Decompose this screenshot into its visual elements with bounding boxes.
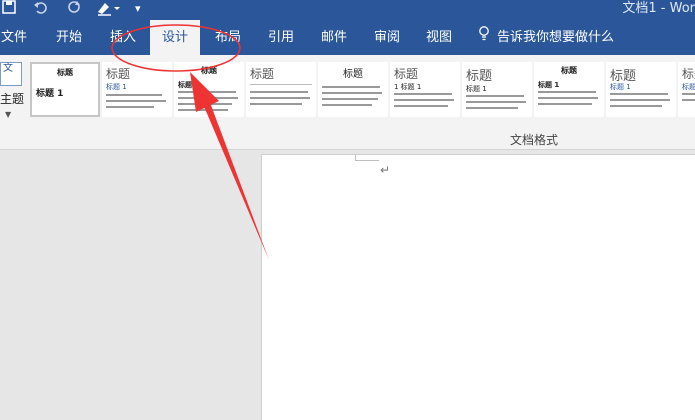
thumb-heading: 标题 1 xyxy=(538,81,560,89)
style-set-thumb[interactable]: 标题 1 标题 1 xyxy=(390,62,460,117)
thumb-text-line xyxy=(610,99,670,101)
title-bar: ▾ 文档1 - Wor xyxy=(0,0,695,20)
style-set-thumb[interactable]: 标题 标题 1 xyxy=(30,62,100,117)
thumb-heading: 1 标题 1 xyxy=(394,83,422,91)
thumb-text-line xyxy=(322,92,382,94)
chevron-down-icon: ▼ xyxy=(5,110,12,119)
style-set-thumb[interactable]: 标题 标题 1 xyxy=(606,62,676,117)
thumb-text-line xyxy=(178,103,232,105)
ribbon-design: 文 主题 ▼ 标题 标题 1 标题 标题 1 标题 标题 标题 标题 标题 1 … xyxy=(0,55,695,150)
format-painter-icon[interactable] xyxy=(96,0,122,18)
thumb-rule xyxy=(250,84,312,85)
paragraph-mark: ↵ xyxy=(380,163,391,177)
thumb-title: 标题 xyxy=(201,66,217,75)
thumb-text-line xyxy=(394,105,448,107)
thumb-text-line xyxy=(178,91,236,93)
thumb-heading: 标题 xyxy=(178,81,192,89)
style-set-thumb[interactable]: 标题 xyxy=(246,62,316,117)
thumb-text-line xyxy=(322,98,378,100)
thumb-heading: 标题 1 xyxy=(106,83,127,91)
thumb-heading: 标题 1 xyxy=(682,83,695,91)
thumb-title: 标题 xyxy=(106,67,131,81)
thumb-heading: 标题 1 xyxy=(466,85,487,93)
thumb-title: 标题 xyxy=(561,66,577,75)
tab-design[interactable]: 设计 xyxy=(150,20,200,56)
lightbulb-icon xyxy=(478,20,494,55)
style-set-thumb[interactable]: 标题 xyxy=(318,62,388,117)
tab-view[interactable]: 视图 xyxy=(416,20,462,55)
thumb-text-line xyxy=(538,91,596,93)
thumb-text-line xyxy=(682,93,695,95)
thumb-text-line xyxy=(538,103,592,105)
thumb-text-line xyxy=(610,93,668,95)
thumb-text-line xyxy=(178,97,238,99)
style-set-thumb[interactable]: 标题 标题 1 xyxy=(102,62,172,117)
tell-me-label: 告诉我你想要做什么 xyxy=(497,30,615,45)
thumb-title: 标题 xyxy=(250,67,275,81)
thumb-title: 标题 xyxy=(57,68,73,77)
thumb-text-line xyxy=(250,103,302,105)
thumb-text-line xyxy=(466,107,518,109)
window-title: 文档1 - Wor xyxy=(622,1,695,16)
tab-references[interactable]: 引用 xyxy=(258,20,304,55)
style-set-thumb[interactable]: 标题 标题 1 xyxy=(678,62,695,117)
themes-button[interactable]: 文 主题 ▼ xyxy=(0,62,24,122)
style-set-gallery: 标题 标题 1 标题 标题 1 标题 标题 标题 标题 标题 1 标题 1 标题… xyxy=(28,62,695,117)
thumb-text-line xyxy=(250,97,310,99)
thumb-text-line xyxy=(466,95,524,97)
margin-corner-mark xyxy=(355,155,379,161)
thumb-text-line xyxy=(322,86,380,88)
tell-me-box[interactable]: 告诉我你想要做什么 xyxy=(478,20,614,55)
thumb-text-line xyxy=(394,93,452,95)
tab-review[interactable]: 审阅 xyxy=(364,20,410,55)
thumb-text-line xyxy=(394,99,454,101)
style-set-thumb[interactable]: 标题 标题 1 xyxy=(462,62,532,117)
word-window: { "window": { "title": "文档1 - Wor" }, "q… xyxy=(0,0,695,420)
thumb-heading: 标题 1 xyxy=(610,83,631,91)
thumb-text-line xyxy=(682,99,695,101)
thumb-text-line xyxy=(106,106,154,108)
undo-icon[interactable] xyxy=(33,0,47,18)
tab-home[interactable]: 开始 xyxy=(46,20,92,55)
thumb-text-line xyxy=(106,94,162,96)
save-icon[interactable] xyxy=(2,0,16,18)
tab-file[interactable]: 文件 xyxy=(0,20,28,55)
themes-icon-text: 文 xyxy=(3,63,13,74)
ribbon-tab-bar: 文件 开始 插入 设计 布局 引用 邮件 审阅 视图 告诉我你想要做什么 xyxy=(0,20,695,56)
thumb-text-line xyxy=(322,104,372,106)
themes-icon: 文 xyxy=(0,62,22,86)
redo-icon[interactable] xyxy=(67,0,81,18)
document-workspace: ↵ xyxy=(0,151,695,420)
tab-insert[interactable]: 插入 xyxy=(100,20,146,55)
thumb-text-line xyxy=(178,109,228,111)
document-page[interactable]: ↵ xyxy=(261,154,695,420)
thumb-text-line xyxy=(610,105,662,107)
thumb-title: 标题 xyxy=(682,67,695,81)
tab-mailings[interactable]: 邮件 xyxy=(311,20,357,55)
thumb-text-line xyxy=(250,91,308,93)
thumb-text-line xyxy=(538,97,598,99)
thumb-title: 标题 xyxy=(466,69,493,84)
themes-label: 主题 xyxy=(0,92,25,106)
thumb-title: 标题 xyxy=(343,69,363,80)
customize-qat-icon[interactable]: ▾ xyxy=(135,0,141,18)
style-set-thumb[interactable]: 标题 标题 1 xyxy=(534,62,604,117)
thumb-text-line xyxy=(466,101,526,103)
document-formatting-group-label: 文档格式 xyxy=(510,133,559,147)
thumb-heading: 标题 1 xyxy=(36,89,64,99)
style-set-thumb[interactable]: 标题 标题 xyxy=(174,62,244,117)
tab-layout[interactable]: 布局 xyxy=(205,20,251,55)
thumb-text-line xyxy=(106,100,166,102)
thumb-title: 标题 xyxy=(394,67,419,81)
